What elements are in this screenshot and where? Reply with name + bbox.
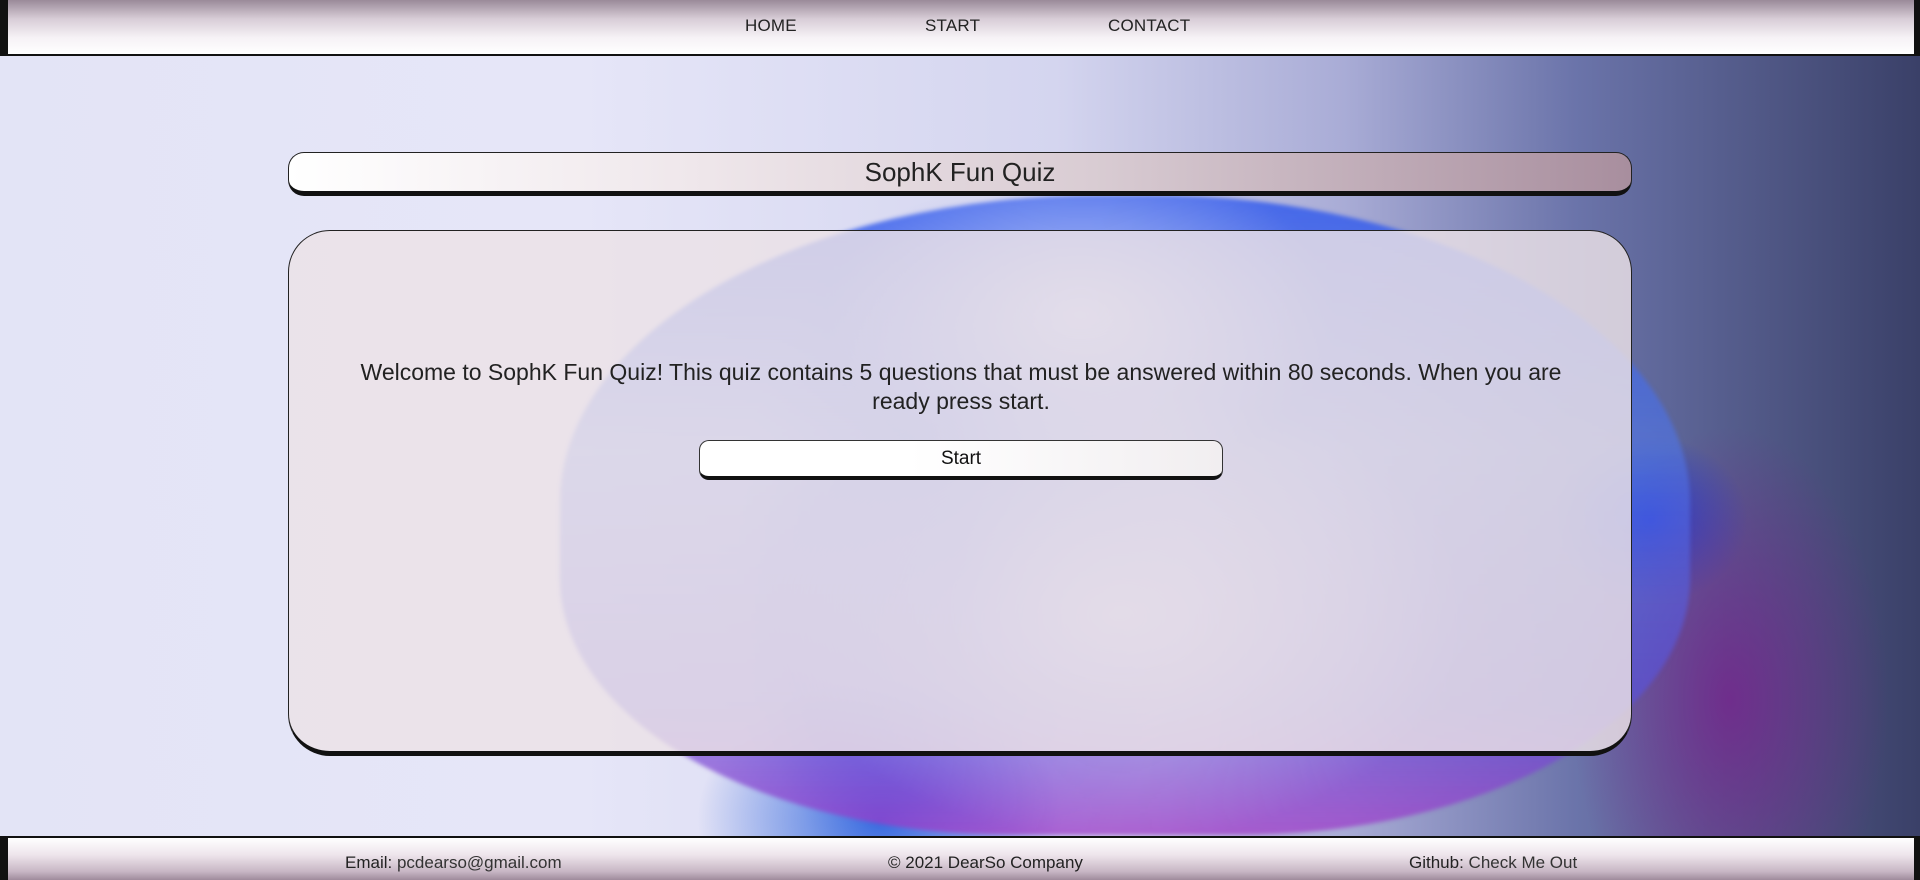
nav-start-link[interactable]: START <box>925 16 980 36</box>
footer-github: Github: Check Me Out <box>1409 853 1577 873</box>
welcome-message: Welcome to SophK Fun Quiz! This quiz con… <box>360 359 1562 414</box>
footer-copyright: © 2021 DearSo Company <box>888 853 1083 872</box>
quiz-title-bar: SophK Fun Quiz <box>288 152 1632 196</box>
start-button[interactable]: Start <box>699 440 1223 480</box>
top-navigation-bar: HOME START CONTACT <box>0 0 1920 56</box>
footer-email: Email: pcdearso@gmail.com <box>345 853 562 873</box>
email-link[interactable]: pcdearso@gmail.com <box>397 853 562 872</box>
github-label: Github: <box>1409 853 1469 872</box>
quiz-card: Welcome to SophK Fun Quiz! This quiz con… <box>288 230 1632 756</box>
nav-home-link[interactable]: HOME <box>745 16 797 36</box>
quiz-title: SophK Fun Quiz <box>864 156 1056 187</box>
github-link[interactable]: Check Me Out <box>1469 853 1578 872</box>
nav-contact-link[interactable]: CONTACT <box>1108 16 1190 36</box>
email-label: Email: <box>345 853 397 872</box>
footer: Email: pcdearso@gmail.com © 2021 DearSo … <box>0 836 1920 880</box>
